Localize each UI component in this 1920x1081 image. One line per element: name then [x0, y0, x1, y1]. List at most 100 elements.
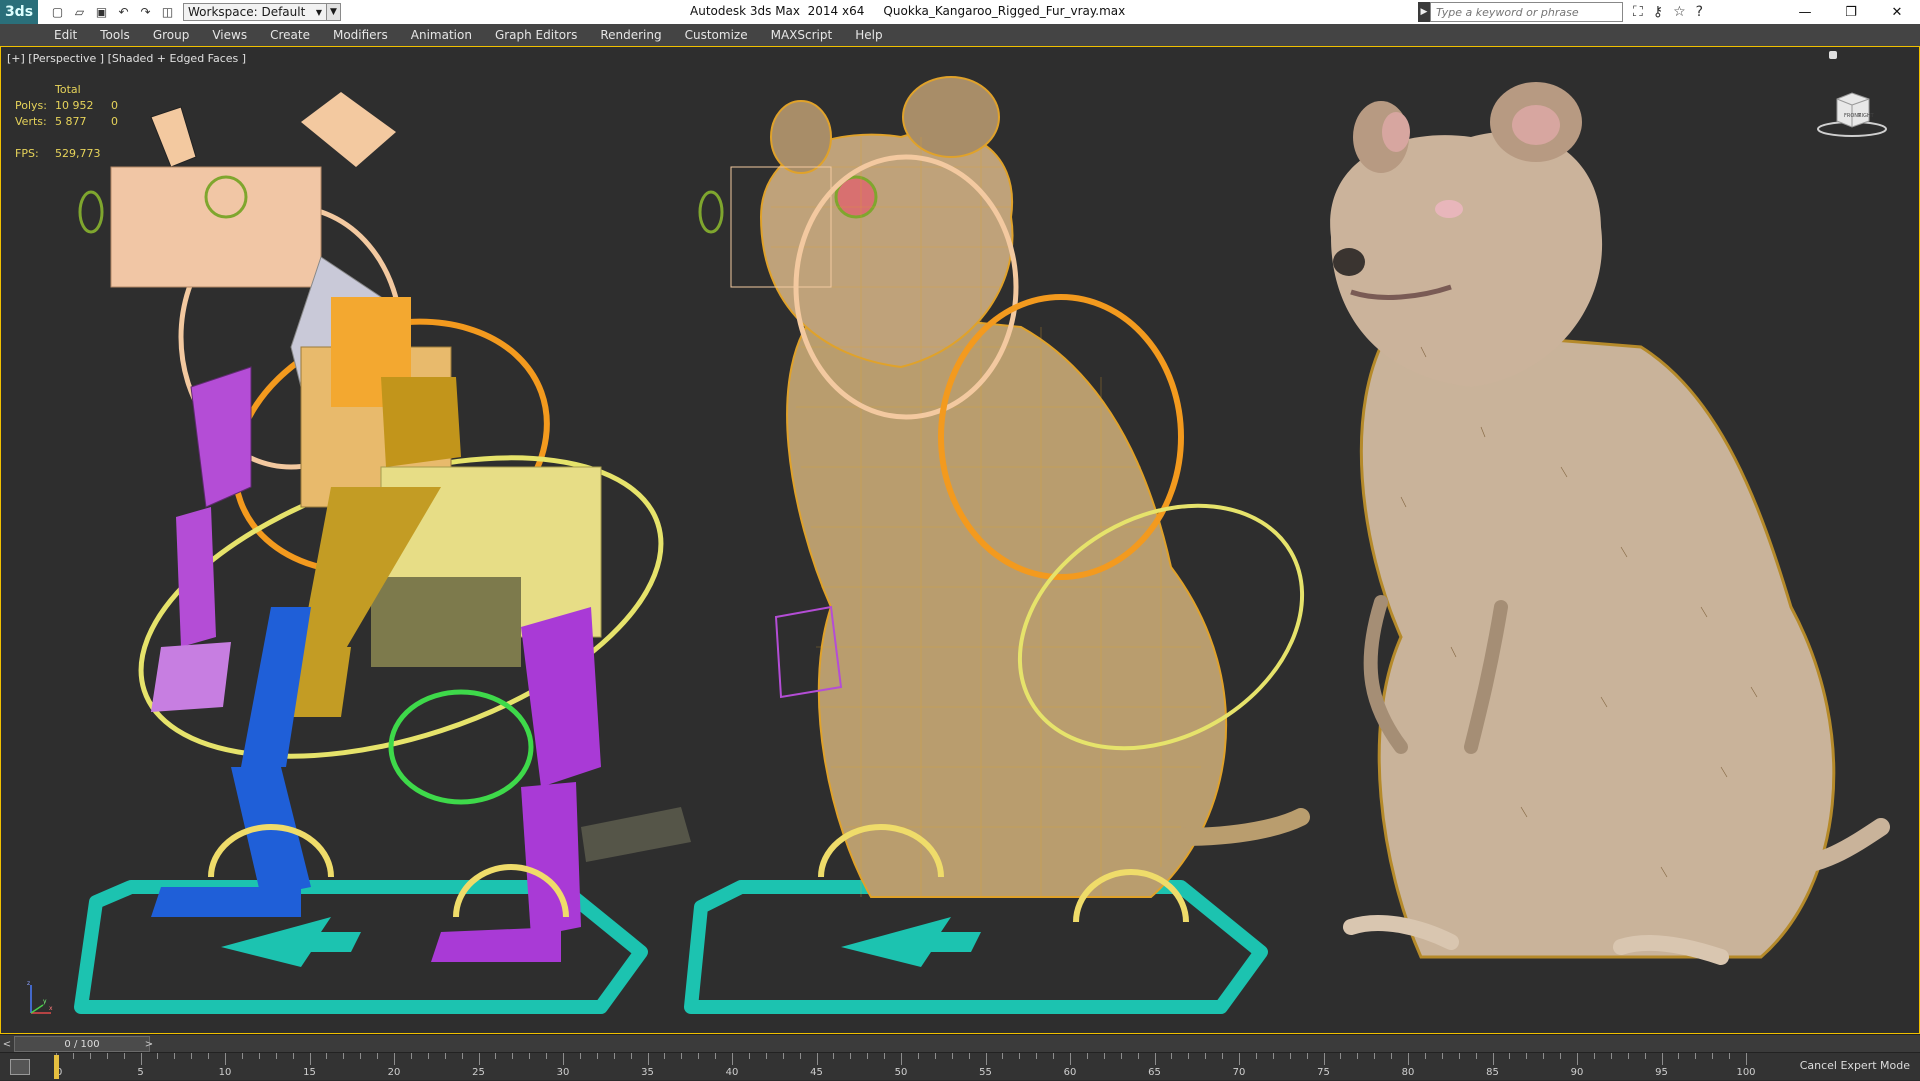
- axis-z-label: z: [27, 980, 30, 987]
- fps-label: FPS:: [15, 147, 39, 160]
- ruler-tick: [1289, 1053, 1291, 1059]
- ruler-tick-label: 45: [810, 1067, 823, 1078]
- ruler-tick: [867, 1053, 869, 1059]
- ruler-tick: [377, 1053, 379, 1059]
- lock-icon[interactable]: [1829, 51, 1837, 59]
- search-input[interactable]: [1430, 2, 1623, 22]
- ruler-tick: [1391, 1053, 1393, 1059]
- ruler-tick: [258, 1053, 260, 1059]
- save-icon[interactable]: ▣: [94, 5, 109, 20]
- ruler-tick: [884, 1053, 886, 1059]
- menu-group[interactable]: Group: [153, 28, 190, 42]
- menu-tools[interactable]: Tools: [100, 28, 130, 42]
- time-prev-button[interactable]: <: [0, 1037, 14, 1051]
- viewcube-icon[interactable]: FRONT RIGHT: [1817, 81, 1887, 141]
- cancel-expert-mode-button[interactable]: Cancel Expert Mode: [1800, 1059, 1910, 1072]
- ruler-tick: [546, 1053, 548, 1059]
- ruler-tick-label: 20: [387, 1067, 401, 1078]
- menu-create[interactable]: Create: [270, 28, 310, 42]
- ruler-tick: [1610, 1053, 1612, 1059]
- menu-bar: Edit Tools Group Views Create Modifiers …: [0, 24, 1920, 46]
- key-icon[interactable]: ⚷: [1653, 4, 1663, 20]
- ruler-tick: [1070, 1053, 1071, 1065]
- ruler-tick: [1086, 1053, 1088, 1059]
- ruler-tick: [833, 1053, 835, 1059]
- ruler-tick: [444, 1053, 446, 1059]
- frame-ruler[interactable]: 0 5 10 15 20 25 30 35 40 45 50 55 60 65 70 75 80 85 90 95 10…: [56, 1053, 1756, 1081]
- menu-maxscript[interactable]: MAXScript: [771, 28, 833, 42]
- binoculars-icon[interactable]: ⛶: [1633, 4, 1643, 20]
- ruler-tick: [563, 1053, 564, 1065]
- restore-icon[interactable]: ❐: [1828, 0, 1874, 24]
- track-bar[interactable]: 0 5 10 15 20 25 30 35 40 45 50 55 60 65 70 75 80 85 90 95 10…: [0, 1052, 1920, 1080]
- ruler-tick-label: 35: [641, 1067, 654, 1078]
- menu-modifiers[interactable]: Modifiers: [333, 28, 388, 42]
- ruler-tick: [461, 1053, 463, 1059]
- ruler-tick: [410, 1053, 412, 1059]
- current-frame-marker[interactable]: [54, 1055, 59, 1079]
- new-icon[interactable]: ▢: [50, 5, 65, 20]
- workspace-select[interactable]: Workspace: Default ▼: [183, 3, 327, 21]
- minimize-icon[interactable]: —: [1782, 0, 1828, 24]
- search-expand-icon[interactable]: ▶: [1418, 2, 1430, 22]
- window-title: Autodesk 3ds Max 2014 x64 Quokka_Kangaro…: [690, 4, 1126, 18]
- ruler-tick: [1492, 1053, 1494, 1065]
- ruler-tick: [934, 1053, 936, 1059]
- redo-icon[interactable]: ↷: [138, 5, 153, 20]
- menu-rendering[interactable]: Rendering: [600, 28, 661, 42]
- time-slider-thumb[interactable]: 0 / 100: [14, 1036, 150, 1052]
- star-icon[interactable]: ☆: [1673, 4, 1686, 20]
- ruler-tick: [241, 1053, 243, 1059]
- ruler-tick: [1475, 1053, 1477, 1059]
- ruler-tick: [309, 1053, 311, 1065]
- menu-graph-editors[interactable]: Graph Editors: [495, 28, 577, 42]
- ruler-tick-label: 60: [1063, 1067, 1077, 1078]
- ruler-tick-label: 55: [979, 1067, 992, 1078]
- time-slider[interactable]: < 0 / 100 >: [0, 1034, 1920, 1052]
- rendered-model[interactable]: [1330, 82, 1890, 965]
- ruler-tick: [1019, 1053, 1021, 1059]
- polys-label: Polys:: [15, 99, 47, 112]
- menu-animation[interactable]: Animation: [411, 28, 472, 42]
- ruler-tick: [208, 1053, 210, 1059]
- menu-views[interactable]: Views: [212, 28, 247, 42]
- workspace-label: Workspace: Default: [188, 5, 306, 19]
- app-logo[interactable]: 3ds: [0, 0, 38, 24]
- ruler-tick: [1526, 1053, 1528, 1059]
- open-icon[interactable]: ▱: [72, 5, 87, 20]
- viewport-label[interactable]: [+] [Perspective ] [Shaded + Edged Faces…: [7, 52, 246, 65]
- ruler-tick: [968, 1053, 970, 1059]
- ruler-tick: [1222, 1053, 1224, 1059]
- perspective-viewport[interactable]: [+] [Perspective ] [Shaded + Edged Faces…: [0, 46, 1920, 1034]
- bone-rig[interactable]: [74, 92, 698, 1014]
- scene-render[interactable]: [1, 47, 1919, 1033]
- ruler-tick: [596, 1053, 598, 1059]
- wireframe-model[interactable]: [684, 76, 1346, 1014]
- time-next-button[interactable]: >: [142, 1037, 156, 1051]
- ruler-tick: [1374, 1053, 1376, 1059]
- ruler-tick: [1188, 1053, 1190, 1059]
- ruler-tick: [1154, 1053, 1156, 1065]
- workspace-menu-button[interactable]: ▼: [327, 3, 341, 21]
- title-bar: 3ds ▢ ▱ ▣ ↶ ↷ ◫ Workspace: Default ▼ ▼ A…: [0, 0, 1920, 24]
- close-icon[interactable]: ✕: [1874, 0, 1920, 24]
- ruler-tick: [630, 1053, 632, 1059]
- ruler-tick: [89, 1053, 91, 1059]
- ruler-tick-label: 5: [137, 1067, 144, 1078]
- menu-edit[interactable]: Edit: [54, 28, 77, 42]
- project-icon[interactable]: ◫: [160, 5, 175, 20]
- menu-customize[interactable]: Customize: [685, 28, 748, 42]
- ruler-tick: [1171, 1053, 1173, 1059]
- undo-icon[interactable]: ↶: [116, 5, 131, 20]
- verts-selected: 0: [111, 115, 118, 128]
- menu-help[interactable]: Help: [855, 28, 882, 42]
- ruler-tick: [901, 1053, 902, 1065]
- help-icon[interactable]: ?: [1696, 4, 1703, 20]
- chevron-down-icon: ▼: [315, 7, 322, 17]
- ruler-tick: [1137, 1053, 1139, 1059]
- ruler-tick: [1255, 1053, 1257, 1059]
- ruler-tick: [1729, 1053, 1731, 1059]
- ruler-tick: [275, 1053, 277, 1059]
- mini-curve-editor-icon[interactable]: [10, 1059, 30, 1075]
- ruler-tick: [1239, 1053, 1240, 1065]
